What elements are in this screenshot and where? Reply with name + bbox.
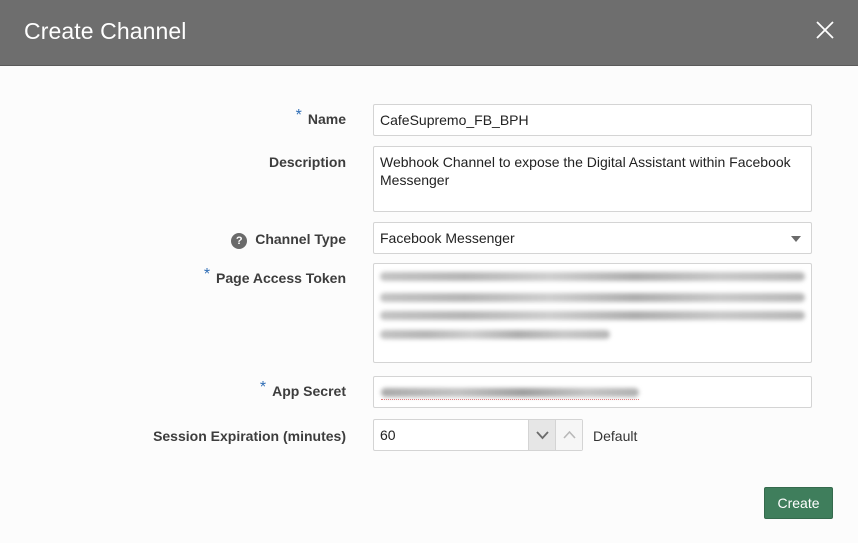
page-access-token-label: * Page Access Token bbox=[203, 266, 346, 286]
name-label: * Name bbox=[295, 107, 346, 127]
dialog-title: Create Channel bbox=[24, 18, 187, 44]
close-icon[interactable] bbox=[814, 19, 836, 41]
required-marker: * bbox=[259, 379, 267, 396]
help-icon[interactable]: ? bbox=[231, 233, 248, 249]
redacted-text bbox=[381, 388, 639, 397]
page-access-token-textarea[interactable] bbox=[373, 263, 812, 363]
required-marker: * bbox=[295, 107, 302, 124]
chevron-down-icon bbox=[791, 236, 801, 242]
redacted-text bbox=[380, 293, 805, 302]
dialog-header: Create Channel bbox=[0, 0, 858, 66]
chevron-up-icon bbox=[563, 430, 576, 439]
create-channel-dialog: Create Channel *Name Description Webhook… bbox=[0, 0, 858, 543]
required-marker: * bbox=[203, 266, 211, 283]
default-label: Default bbox=[593, 428, 638, 444]
redacted-text bbox=[380, 330, 610, 339]
increment-button[interactable] bbox=[555, 420, 582, 450]
session-expiration-stepper bbox=[373, 419, 583, 451]
redacted-text bbox=[380, 311, 805, 320]
app-secret-input[interactable] bbox=[373, 376, 812, 408]
description-textarea[interactable]: Webhook Channel to expose the Digital As… bbox=[373, 146, 812, 212]
session-expiration-label: Session Expiration (minutes) bbox=[153, 428, 346, 444]
channel-type-value: Facebook Messenger bbox=[380, 230, 515, 246]
session-expiration-input[interactable] bbox=[374, 420, 528, 450]
description-label: Description bbox=[268, 154, 346, 170]
chevron-down-icon bbox=[536, 431, 549, 440]
app-secret-label: * App Secret bbox=[259, 379, 346, 399]
redacted-text bbox=[380, 272, 805, 281]
spellcheck-underline bbox=[381, 399, 639, 400]
name-input[interactable] bbox=[373, 104, 812, 136]
decrement-button[interactable] bbox=[528, 420, 555, 450]
channel-type-select[interactable]: Facebook Messenger bbox=[373, 222, 812, 254]
channel-type-label: ? Channel Type bbox=[231, 231, 346, 249]
create-button[interactable]: Create bbox=[764, 487, 833, 519]
